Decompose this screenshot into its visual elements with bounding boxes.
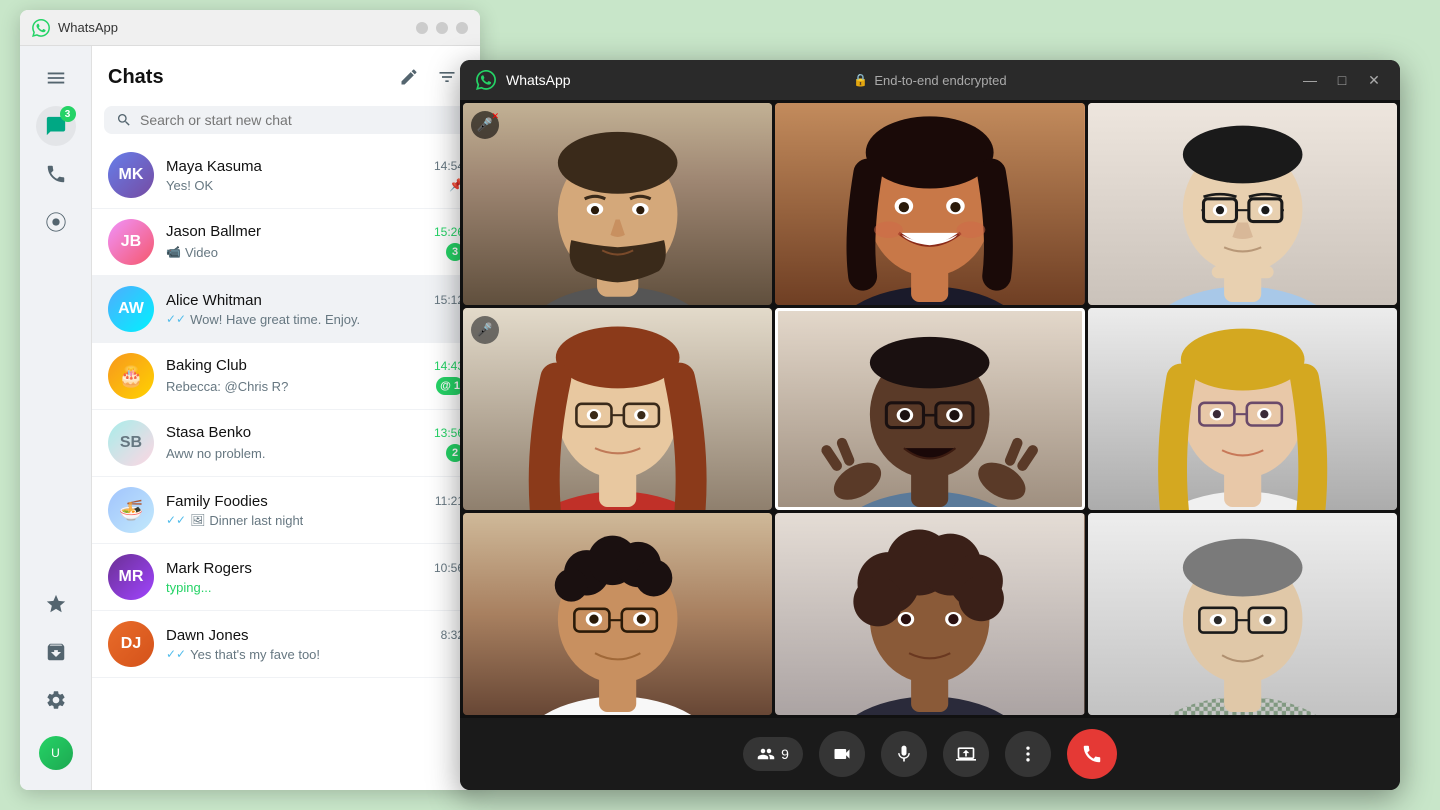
participants-count-btn[interactable]: 9	[743, 737, 803, 771]
chat-item-alice[interactable]: AW Alice Whitman 15:12 ✓✓ Wow! Have grea…	[92, 276, 480, 343]
chat-preview-baking: Rebecca: @Chris R?	[166, 379, 288, 394]
lock-icon: 🔒	[853, 73, 868, 87]
chat-item-jason[interactable]: JB Jason Ballmer 15:26 📹 Video 3	[92, 209, 480, 276]
avatar-maya: MK	[108, 152, 154, 198]
chat-info-maya: Maya Kasuma 14:54 Yes! OK 📌	[166, 158, 464, 193]
video-grid: 🎤✕	[460, 100, 1400, 718]
chat-info-mark: Mark Rogers 10:56 typing...	[166, 560, 464, 595]
chat-preview-mark: typing...	[166, 580, 212, 595]
filter-btn[interactable]	[430, 60, 464, 94]
avatar-stasa: SB	[108, 420, 154, 466]
chat-list: MK Maya Kasuma 14:54 Yes! OK 📌 JB	[92, 142, 480, 790]
video-cell-9	[1088, 513, 1397, 715]
encryption-label: End-to-end endcrypted	[874, 73, 1006, 88]
sidebar-item-chats[interactable]: 3	[36, 106, 76, 146]
encryption-indicator: 🔒 End-to-end endcrypted	[853, 73, 1006, 88]
mute-icon-1: 🎤✕	[471, 111, 499, 139]
search-input[interactable]	[140, 112, 456, 128]
chat-name-jason: Jason Ballmer	[166, 223, 261, 240]
video-cell-7	[463, 513, 772, 715]
chats-badge: 3	[60, 106, 76, 122]
chat-info-stasa: Stasa Benko 13:56 Aww no problem. 2	[166, 424, 464, 462]
chat-name-maya: Maya Kasuma	[166, 158, 262, 175]
video-minimize-btn[interactable]: —	[1300, 72, 1320, 89]
avatar-jason: JB	[108, 219, 154, 265]
avatar-baking: 🎂	[108, 353, 154, 399]
end-call-btn[interactable]	[1067, 729, 1117, 779]
video-cell-2	[775, 103, 1084, 305]
video-titlebar-controls: — □ ✕	[1300, 72, 1384, 89]
sidebar-item-starred[interactable]	[36, 584, 76, 624]
chat-info-alice: Alice Whitman 15:12 ✓✓ Wow! Have great t…	[166, 292, 464, 327]
search-icon	[116, 112, 132, 128]
chat-preview-alice: ✓✓ Wow! Have great time. Enjoy.	[166, 312, 360, 327]
chat-info-jason: Jason Ballmer 15:26 📹 Video 3	[166, 223, 464, 261]
mute-icon-4: 🎤	[471, 316, 499, 344]
chat-name-stasa: Stasa Benko	[166, 424, 251, 441]
chat-info-family: Family Foodies 11:21 ✓✓ 🖼 Dinner last ni…	[166, 493, 464, 528]
chat-item-family[interactable]: 🍜 Family Foodies 11:21 ✓✓ 🖼 Dinner last …	[92, 477, 480, 544]
whatsapp-logo-icon	[32, 19, 50, 37]
chat-preview-family: ✓✓ 🖼 Dinner last night	[166, 513, 303, 528]
bg-maximize-btn[interactable]	[436, 22, 448, 34]
sidebar-item-archived[interactable]	[36, 632, 76, 672]
user-avatar[interactable]: U	[39, 736, 73, 770]
avatar-alice: AW	[108, 286, 154, 332]
more-options-btn[interactable]	[1005, 731, 1051, 777]
participants-count-label: 9	[781, 746, 789, 762]
video-close-btn[interactable]: ✕	[1364, 72, 1384, 89]
avatar-mark: MR	[108, 554, 154, 600]
sidebar-item-calls[interactable]	[36, 154, 76, 194]
video-cell-4: 🎤	[463, 308, 772, 510]
chat-name-mark: Mark Rogers	[166, 560, 252, 577]
bg-minimize-btn[interactable]	[416, 22, 428, 34]
call-controls-bar: 9	[460, 718, 1400, 790]
chats-header-icons	[392, 60, 464, 94]
chat-item-mark[interactable]: MR Mark Rogers 10:56 typing...	[92, 544, 480, 611]
video-call-window: WhatsApp 🔒 End-to-end endcrypted — □ ✕	[460, 60, 1400, 790]
chat-preview-maya: Yes! OK	[166, 178, 213, 193]
video-whatsapp-logo-icon	[476, 70, 496, 90]
avatar-dawn: DJ	[108, 621, 154, 667]
chat-preview-dawn: ✓✓ Yes that's my fave too!	[166, 647, 320, 662]
bg-titlebar: WhatsApp	[20, 10, 480, 46]
video-cell-8	[775, 513, 1084, 715]
chat-name-family: Family Foodies	[166, 493, 268, 510]
video-toggle-btn[interactable]	[819, 731, 865, 777]
chat-name-alice: Alice Whitman	[166, 292, 262, 309]
video-cell-6	[1088, 308, 1397, 510]
whatsapp-background-window: WhatsApp 3	[20, 10, 480, 790]
search-bar	[104, 106, 468, 134]
bg-titlebar-title: WhatsApp	[58, 20, 408, 35]
new-chat-btn[interactable]	[392, 60, 426, 94]
chat-item-stasa[interactable]: SB Stasa Benko 13:56 Aww no problem. 2	[92, 410, 480, 477]
bg-titlebar-controls	[416, 22, 468, 34]
chats-panel: Chats	[92, 46, 480, 790]
sidebar-item-settings[interactable]	[36, 680, 76, 720]
video-titlebar: WhatsApp 🔒 End-to-end endcrypted — □ ✕	[460, 60, 1400, 100]
chat-item-dawn[interactable]: DJ Dawn Jones 8:32 ✓✓ Yes that's my fave…	[92, 611, 480, 678]
hamburger-menu-btn[interactable]	[36, 58, 76, 98]
chat-info-baking: Baking Club 14:43 Rebecca: @Chris R? @ 1	[166, 357, 464, 395]
chat-info-dawn: Dawn Jones 8:32 ✓✓ Yes that's my fave to…	[166, 627, 464, 662]
participant-1-video	[463, 103, 772, 305]
video-maximize-btn[interactable]: □	[1332, 72, 1352, 89]
video-cell-3	[1088, 103, 1397, 305]
chat-preview-jason: 📹 Video	[166, 245, 218, 260]
video-cell-5	[775, 308, 1084, 510]
chat-item-maya[interactable]: MK Maya Kasuma 14:54 Yes! OK 📌	[92, 142, 480, 209]
bg-close-btn[interactable]	[456, 22, 468, 34]
video-cell-1: 🎤✕	[463, 103, 772, 305]
chat-name-baking: Baking Club	[166, 357, 247, 374]
chats-header: Chats	[92, 46, 480, 102]
chat-item-baking[interactable]: 🎂 Baking Club 14:43 Rebecca: @Chris R? @…	[92, 343, 480, 410]
avatar-family: 🍜	[108, 487, 154, 533]
sidebar: 3	[20, 46, 92, 790]
chat-preview-stasa: Aww no problem.	[166, 446, 265, 461]
chats-title: Chats	[108, 66, 164, 89]
chat-name-dawn: Dawn Jones	[166, 627, 249, 644]
screen-share-btn[interactable]	[943, 731, 989, 777]
sidebar-item-status[interactable]	[36, 202, 76, 242]
mic-toggle-btn[interactable]	[881, 731, 927, 777]
